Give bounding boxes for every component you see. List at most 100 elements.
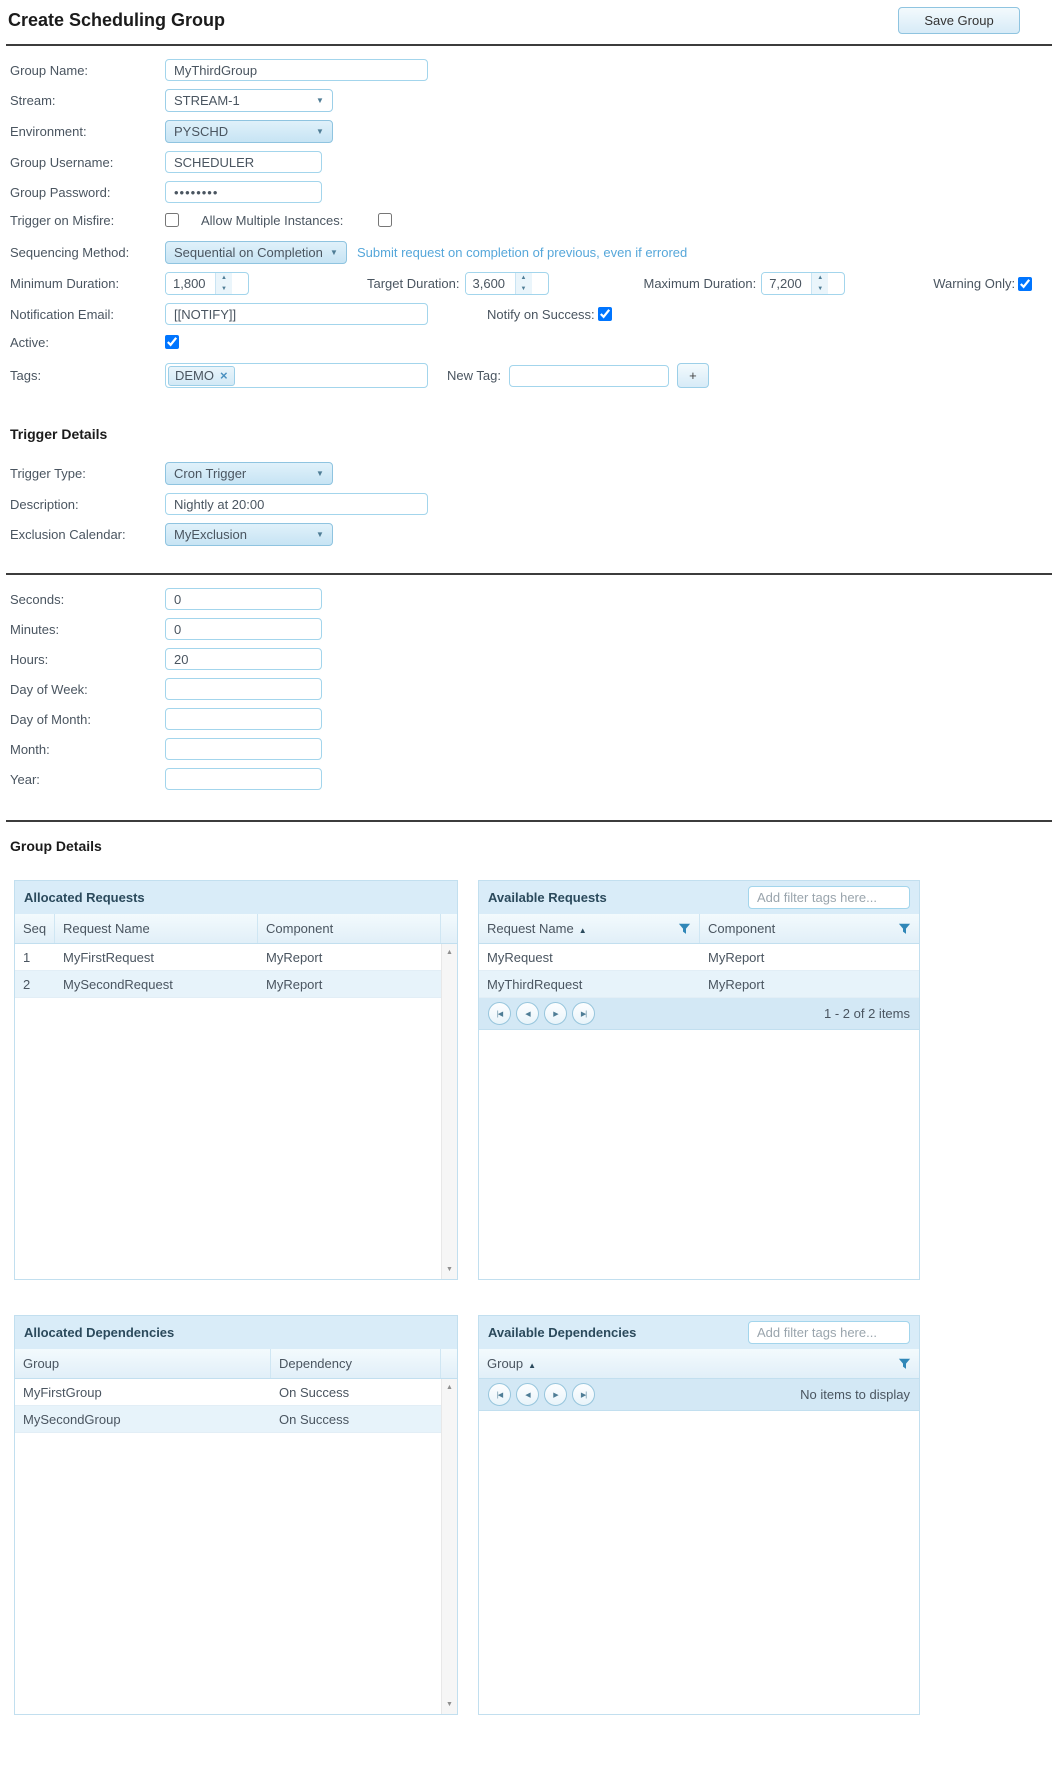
first-page-button[interactable]: |◀: [488, 1002, 511, 1025]
column-header-component[interactable]: Component: [258, 914, 441, 943]
group-details-heading: Group Details: [0, 838, 1058, 854]
column-header-request-name[interactable]: Request Name: [55, 914, 258, 943]
column-header-group[interactable]: Group▲: [479, 1349, 919, 1378]
notification-email-input[interactable]: [165, 303, 428, 325]
notify-on-success-label: Notify on Success:: [487, 307, 595, 322]
environment-value: PYSCHD: [166, 124, 308, 139]
add-tag-button[interactable]: +: [677, 363, 709, 388]
filter-icon[interactable]: [898, 923, 911, 935]
pager: |◀ ◀ ▶ ▶| No items to display: [479, 1379, 919, 1411]
minutes-input[interactable]: [165, 618, 322, 640]
table-row[interactable]: MyFirstGroup On Success: [15, 1379, 441, 1406]
first-page-button[interactable]: |◀: [488, 1383, 511, 1406]
remove-tag-icon[interactable]: ×: [220, 368, 228, 383]
seconds-row: Seconds:: [10, 588, 1058, 610]
column-header-request-name[interactable]: Request Name▲: [479, 914, 700, 943]
tags-input[interactable]: DEMO ×: [165, 363, 428, 388]
trigger-on-misfire-checkbox[interactable]: [165, 213, 179, 227]
day-of-month-input[interactable]: [165, 708, 322, 730]
spinner-down-icon[interactable]: ▼: [516, 284, 532, 295]
allocated-dependencies-header: Allocated Dependencies: [15, 1316, 457, 1349]
filter-icon[interactable]: [678, 923, 691, 935]
description-input[interactable]: [165, 493, 428, 515]
next-page-button[interactable]: ▶: [544, 1002, 567, 1025]
group-form: Group Name: Stream: STREAM-1 ▼ Environme…: [0, 46, 1058, 546]
target-duration-input[interactable]: [466, 273, 515, 294]
vertical-scrollbar[interactable]: ▲ ▼: [441, 1379, 457, 1714]
minimum-duration-input[interactable]: [166, 273, 215, 294]
stream-dropdown[interactable]: STREAM-1 ▼: [165, 89, 333, 112]
hours-input[interactable]: [165, 648, 322, 670]
scroll-up-icon[interactable]: ▲: [442, 1381, 457, 1395]
filter-tags-input[interactable]: [748, 1321, 910, 1344]
scroll-down-icon[interactable]: ▼: [442, 1263, 457, 1277]
available-requests-column-headers: Request Name▲ Component: [479, 914, 919, 944]
group-password-label: Group Password:: [10, 185, 165, 200]
stream-label: Stream:: [10, 93, 165, 108]
spinner-buttons: ▲ ▼: [515, 273, 532, 294]
group-name-input[interactable]: [165, 59, 428, 81]
column-header-seq[interactable]: Seq: [15, 914, 55, 943]
trigger-type-dropdown[interactable]: Cron Trigger ▼: [165, 462, 333, 485]
column-header-component[interactable]: Component: [700, 914, 919, 943]
column-header-group[interactable]: Group: [15, 1349, 271, 1378]
exclusion-calendar-dropdown[interactable]: MyExclusion ▼: [165, 523, 333, 546]
seconds-input[interactable]: [165, 588, 322, 610]
table-row[interactable]: 1 MyFirstRequest MyReport: [15, 944, 441, 971]
available-dependencies-column-headers: Group▲: [479, 1349, 919, 1379]
spinner-up-icon[interactable]: ▲: [216, 273, 232, 284]
table-row[interactable]: MyThirdRequest MyReport: [479, 971, 919, 998]
column-header-label: Group▲: [487, 1356, 536, 1371]
environment-label: Environment:: [10, 124, 165, 139]
spinner-up-icon[interactable]: ▲: [516, 273, 532, 284]
table-row[interactable]: MySecondGroup On Success: [15, 1406, 441, 1433]
filter-tags-input[interactable]: [748, 886, 910, 909]
target-duration-label: Target Duration:: [367, 276, 460, 291]
warning-only-checkbox[interactable]: [1018, 277, 1032, 291]
group-name-label: Group Name:: [10, 63, 165, 78]
scroll-down-icon[interactable]: ▼: [442, 1698, 457, 1712]
year-input[interactable]: [165, 768, 322, 790]
active-checkbox[interactable]: [165, 335, 179, 349]
last-page-button[interactable]: ▶|: [572, 1383, 595, 1406]
bottom-spacer: [0, 1715, 1058, 1727]
cell-dependency: On Success: [271, 1412, 441, 1427]
environment-dropdown[interactable]: PYSCHD ▼: [165, 120, 333, 143]
chevron-down-icon: ▼: [308, 96, 332, 105]
scroll-up-icon[interactable]: ▲: [442, 946, 457, 960]
previous-page-button[interactable]: ◀: [516, 1002, 539, 1025]
spinner-down-icon[interactable]: ▼: [812, 284, 828, 295]
table-row[interactable]: MyRequest MyReport: [479, 944, 919, 971]
month-row: Month:: [10, 738, 1058, 760]
table-row[interactable]: 2 MySecondRequest MyReport: [15, 971, 441, 998]
available-dependencies-header: Available Dependencies: [479, 1316, 919, 1349]
minimum-duration-spinner: ▲ ▼: [165, 272, 249, 295]
save-group-button[interactable]: Save Group: [898, 7, 1020, 34]
day-of-week-row: Day of Week:: [10, 678, 1058, 700]
vertical-scrollbar[interactable]: ▲ ▼: [441, 944, 457, 1279]
next-page-button[interactable]: ▶: [544, 1383, 567, 1406]
available-requests-title: Available Requests: [488, 890, 607, 905]
environment-row: Environment: PYSCHD ▼: [10, 120, 1058, 143]
cell-request-name: MyThirdRequest: [479, 977, 700, 992]
filter-icon[interactable]: [898, 1358, 911, 1370]
day-of-week-input[interactable]: [165, 678, 322, 700]
previous-page-button[interactable]: ◀: [516, 1383, 539, 1406]
new-tag-input[interactable]: [509, 365, 669, 387]
chevron-down-icon: ▼: [308, 530, 332, 539]
allocated-requests-title: Allocated Requests: [24, 890, 145, 905]
notify-on-success-checkbox[interactable]: [598, 307, 612, 321]
scrollbar-spacer: [441, 914, 457, 943]
sequencing-method-dropdown[interactable]: Sequential on Completion ▼: [165, 241, 347, 264]
last-page-button[interactable]: ▶|: [572, 1002, 595, 1025]
spinner-up-icon[interactable]: ▲: [812, 273, 828, 284]
tag-chip-label: DEMO: [175, 368, 214, 383]
column-header-dependency[interactable]: Dependency: [271, 1349, 441, 1378]
spinner-down-icon[interactable]: ▼: [216, 284, 232, 295]
sort-asc-icon: ▲: [579, 926, 587, 935]
month-input[interactable]: [165, 738, 322, 760]
group-password-input[interactable]: [165, 181, 322, 203]
allow-multiple-instances-checkbox[interactable]: [378, 213, 392, 227]
maximum-duration-input[interactable]: [762, 273, 811, 294]
group-username-input[interactable]: [165, 151, 322, 173]
